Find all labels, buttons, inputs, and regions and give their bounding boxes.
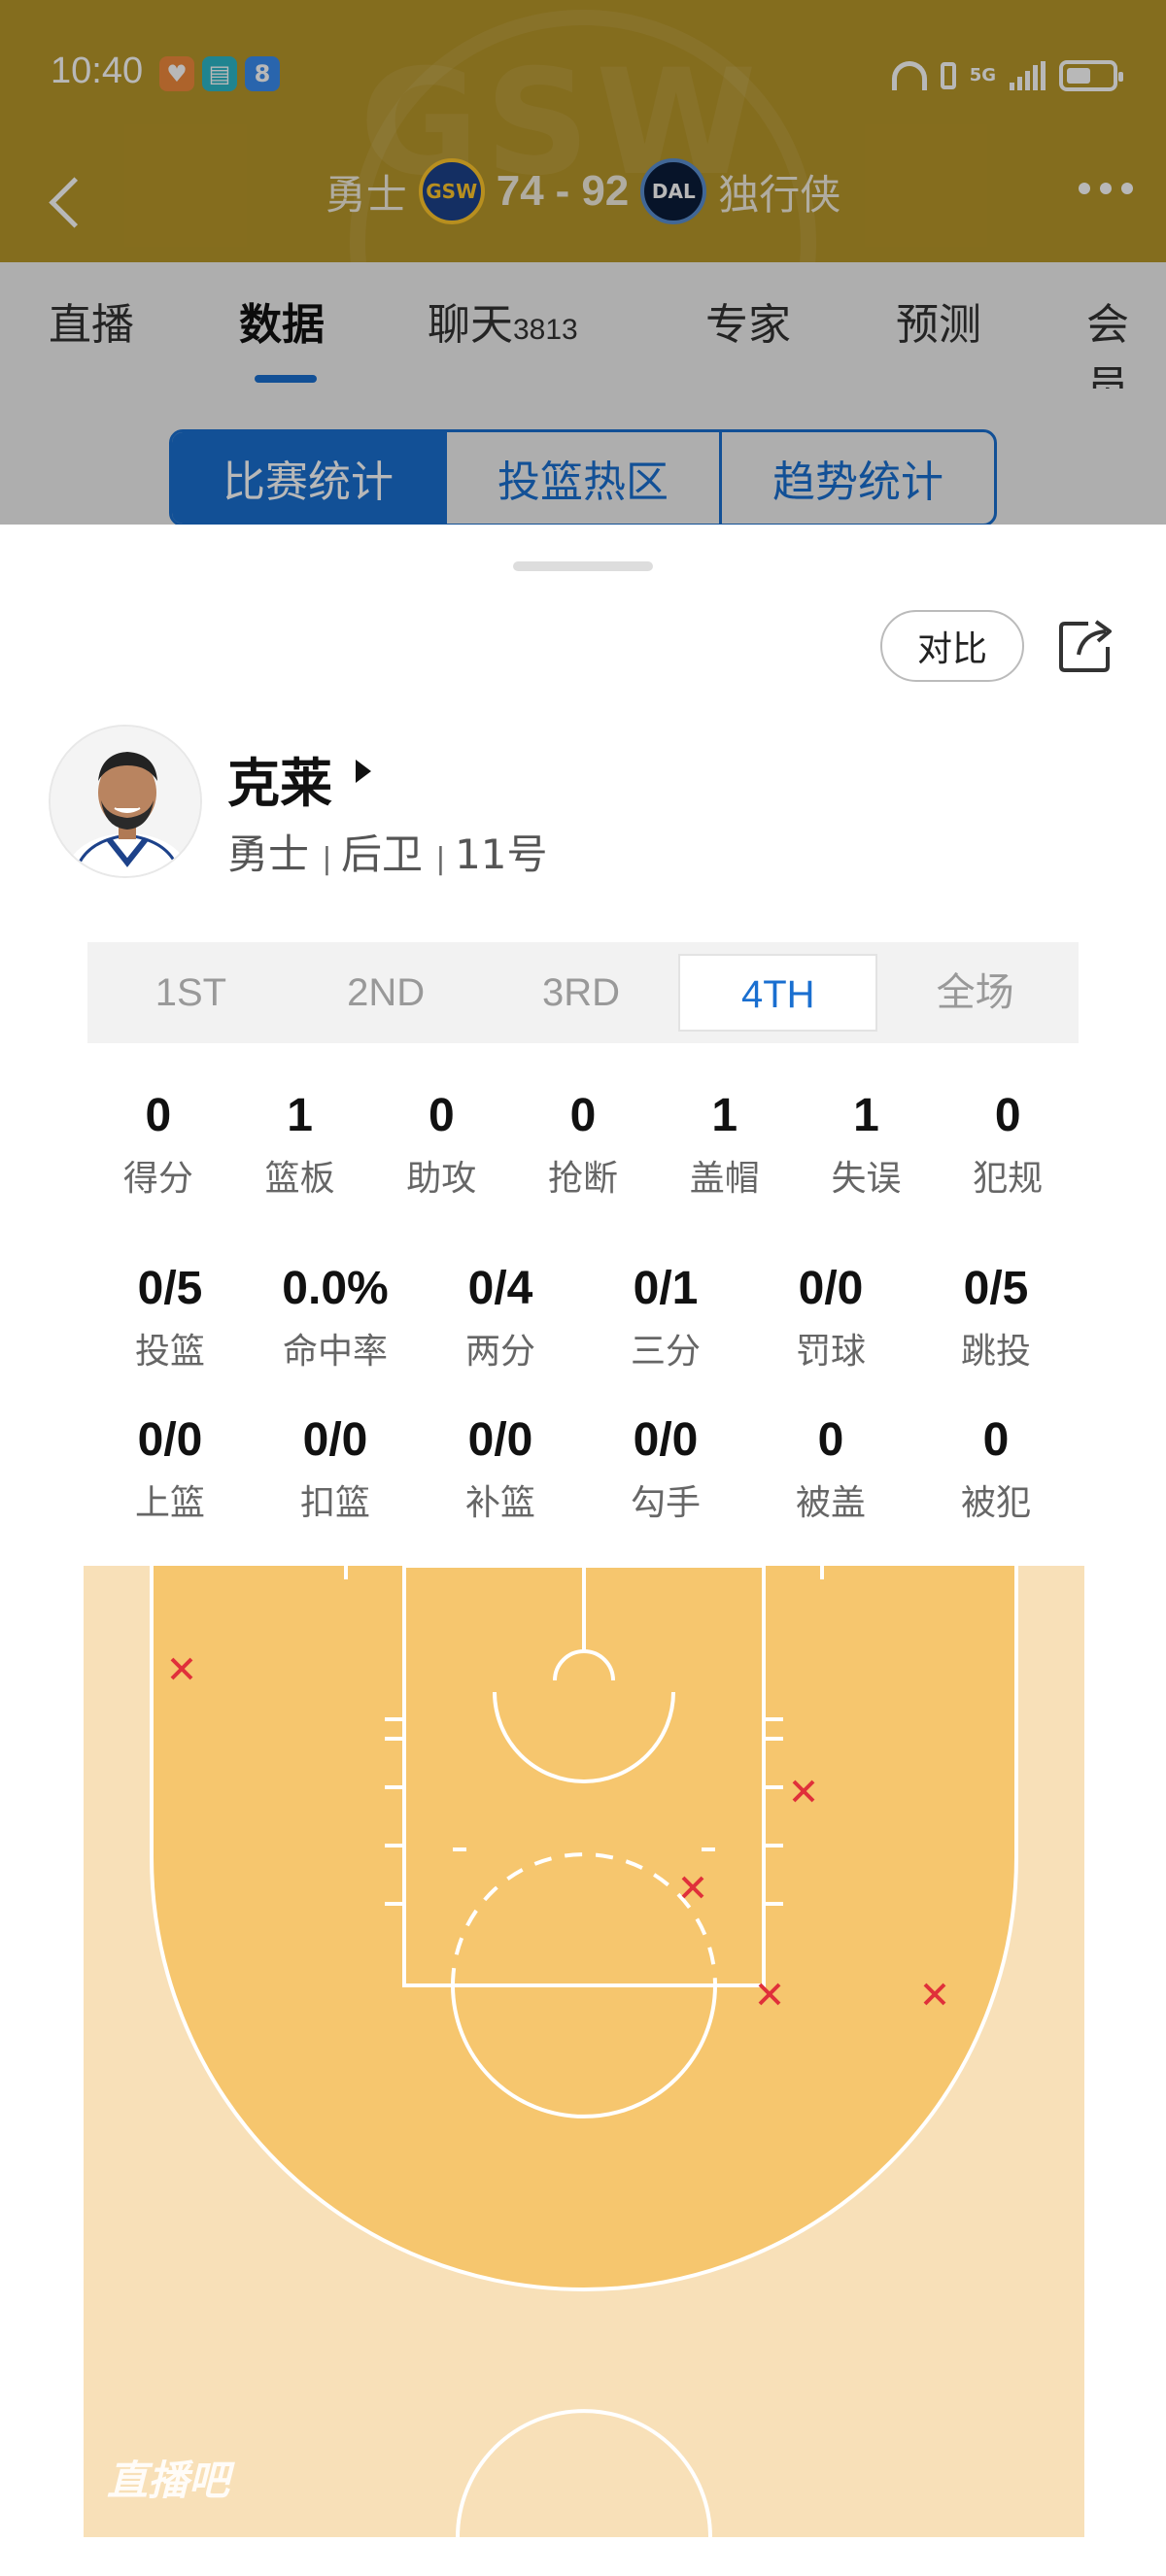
quarter-tab-2nd[interactable]: 2ND	[289, 954, 484, 1032]
stat-value: 0	[994, 1090, 1021, 1141]
player-position: 后卫	[341, 830, 424, 878]
quarter-tab-4th[interactable]: 4TH	[678, 954, 878, 1032]
stat-fouls: 0 犯规	[937, 1086, 1079, 1201]
stat-label: 失误	[831, 1159, 902, 1199]
shot-chart-court	[84, 1566, 1084, 2537]
stat-label: 补篮	[464, 1483, 535, 1523]
stat-label: 得分	[122, 1159, 193, 1199]
stat-value: 0/4	[467, 1263, 533, 1314]
quarter-tab-1st[interactable]: 1ST	[93, 954, 289, 1032]
player-name[interactable]: 克莱	[227, 740, 332, 817]
stat-label: 两分	[464, 1332, 535, 1372]
stat-value: 0/0	[467, 1414, 533, 1466]
share-icon[interactable]	[1055, 614, 1117, 676]
stat-label: 命中率	[282, 1332, 388, 1372]
stat-dunk: 0/0 扣篮	[253, 1410, 418, 1525]
watermark-logo: 直播吧	[107, 2457, 230, 2504]
stat-value: 0	[569, 1090, 597, 1141]
stat-label: 犯规	[973, 1159, 1044, 1199]
stat-label: 三分	[630, 1332, 701, 1372]
quarter-tab-full-game[interactable]: 全场	[877, 954, 1073, 1032]
stat-value: 1	[853, 1090, 879, 1141]
player-number: 11号	[455, 830, 548, 878]
stat-label: 被犯	[960, 1483, 1031, 1523]
stat-points: 0 得分	[87, 1086, 229, 1201]
stat-value: 0/5	[137, 1263, 203, 1314]
stat-label: 上篮	[134, 1483, 205, 1523]
stat-ft: 0/0 罚球	[748, 1259, 913, 1373]
player-detail-arrow-icon[interactable]	[356, 760, 371, 783]
stat-blocked: 0 被盖	[748, 1410, 913, 1525]
stat-jumpshot: 0/5 跳投	[913, 1259, 1079, 1373]
stat-label: 助攻	[406, 1159, 477, 1199]
player-stats-sheet: 对比 克莱 勇士 | 后卫 | 11号 1ST 2ND 3RD 4TH 全场 0…	[0, 525, 1166, 2576]
player-avatar	[49, 725, 202, 878]
stat-rebounds: 1 篮板	[229, 1086, 371, 1201]
stat-label: 篮板	[264, 1159, 335, 1199]
shot-type-stats-row: 0/0 上篮 0/0 扣篮 0/0 补篮 0/0 勾手 0 被盖 0 被犯	[87, 1410, 1079, 1525]
stat-label: 罚球	[795, 1332, 866, 1372]
player-team: 勇士	[227, 830, 310, 878]
stat-value: 0	[428, 1090, 455, 1141]
stat-turnovers: 1 失误	[796, 1086, 938, 1201]
stat-value: 0/0	[633, 1414, 699, 1466]
stat-fouled: 0 被犯	[913, 1410, 1079, 1525]
stat-value: 0	[145, 1090, 172, 1141]
stat-value: 0/1	[633, 1263, 699, 1314]
stat-label: 扣篮	[299, 1483, 370, 1523]
stat-label: 被盖	[795, 1483, 866, 1523]
stat-3pt: 0/1 三分	[583, 1259, 748, 1373]
stat-fg: 0/5 投篮	[87, 1259, 253, 1373]
player-info: 勇士 | 后卫 | 11号	[227, 830, 548, 878]
stat-value: 0/0	[137, 1414, 203, 1466]
stat-layup: 0/0 上篮	[87, 1410, 253, 1525]
sheet-drag-handle[interactable]	[513, 561, 653, 571]
quarter-tab-3rd[interactable]: 3RD	[484, 954, 679, 1032]
stat-value: 0.0%	[282, 1263, 389, 1314]
stat-label: 投篮	[134, 1332, 205, 1372]
modal-backdrop[interactable]	[0, 0, 1166, 525]
stat-label: 勾手	[630, 1483, 701, 1523]
stat-value: 0	[817, 1414, 844, 1466]
stat-tipin: 0/0 补篮	[418, 1410, 583, 1525]
stat-value: 0	[982, 1414, 1010, 1466]
stat-value: 1	[287, 1090, 313, 1141]
stat-hook: 0/0 勾手	[583, 1410, 748, 1525]
stat-blocks: 1 盖帽	[654, 1086, 796, 1201]
stat-label: 跳投	[960, 1332, 1031, 1372]
stat-assists: 0 助攻	[370, 1086, 512, 1201]
stat-value: 0/0	[302, 1414, 368, 1466]
stat-value: 0/0	[798, 1263, 864, 1314]
stat-fg-pct: 0.0% 命中率	[253, 1259, 418, 1373]
stat-steals: 0 抢断	[512, 1086, 654, 1201]
stat-label: 抢断	[548, 1159, 619, 1199]
compare-button[interactable]: 对比	[880, 610, 1024, 682]
stat-value: 1	[711, 1090, 738, 1141]
stat-2pt: 0/4 两分	[418, 1259, 583, 1373]
shooting-stats-row: 0/5 投篮 0.0% 命中率 0/4 两分 0/1 三分 0/0 罚球 0/5 跳投	[87, 1259, 1079, 1373]
stat-value: 0/5	[963, 1263, 1029, 1314]
basic-stats-row: 0 得分 1 篮板 0 助攻 0 抢断 1 盖帽 1 失误 0 犯规	[87, 1086, 1079, 1201]
quarter-tabs: 1ST 2ND 3RD 4TH 全场	[87, 942, 1079, 1043]
stat-label: 盖帽	[689, 1159, 760, 1199]
